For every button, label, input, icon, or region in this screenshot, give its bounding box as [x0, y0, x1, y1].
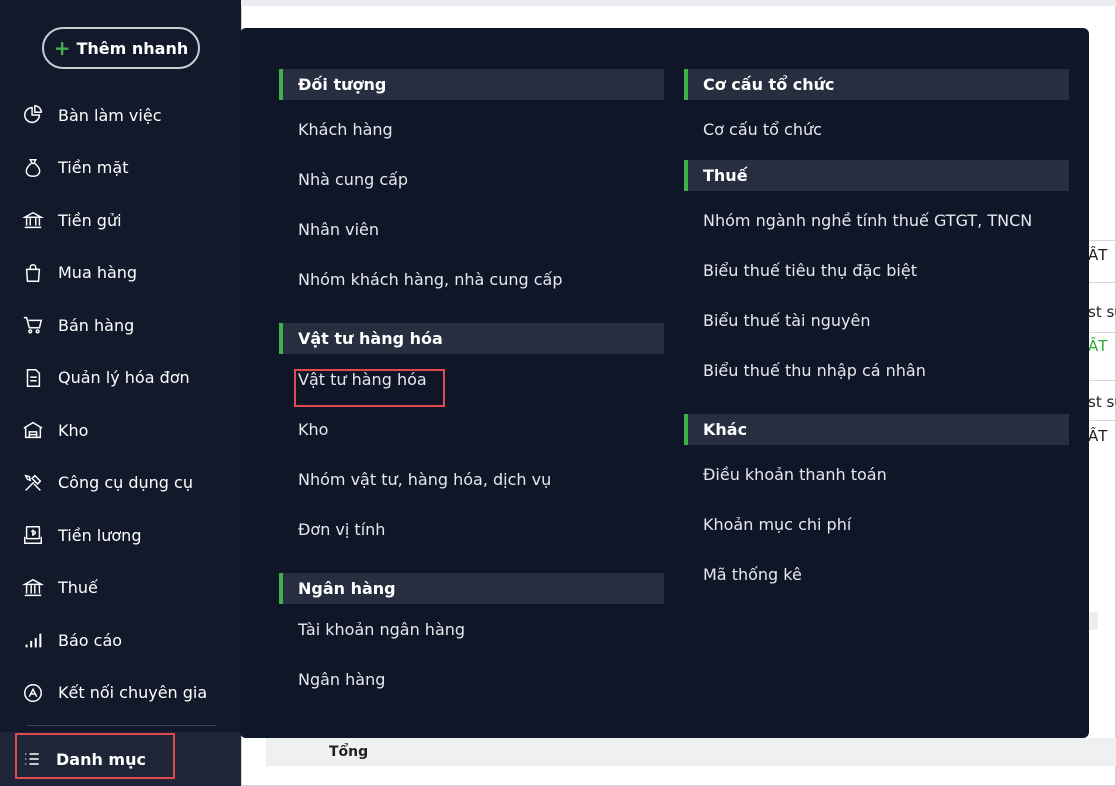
sidebar-item-label: Tiền mặt: [58, 158, 129, 178]
section-header-banks: Ngân hàng: [279, 573, 664, 604]
cart-icon: [23, 317, 43, 334]
sidebar-item-label: Tiền gửi: [58, 210, 122, 230]
sidebar-item-tax[interactable]: Thuế: [0, 562, 241, 615]
sidebar-item-label: Bán hàng: [58, 315, 135, 335]
menu-item-warehouse[interactable]: Kho: [279, 404, 664, 454]
highlight-box: [15, 733, 175, 779]
warehouse-icon: [23, 422, 43, 439]
highlight-box: [294, 369, 445, 407]
table-divider: [1088, 420, 1116, 421]
sidebar-item-label: Tiền lương: [58, 525, 142, 545]
report-icon: [25, 633, 42, 648]
sidebar-item-label: Công cụ dụng cụ: [58, 473, 193, 493]
sidebar-divider: [27, 725, 216, 726]
sidebar-item-label: Mua hàng: [58, 263, 138, 283]
sidebar-item-purchase[interactable]: Mua hàng: [0, 247, 241, 300]
table-divider: [1088, 240, 1116, 241]
sidebar-item-label: Kho: [58, 420, 89, 440]
menu-item-payment-terms[interactable]: Điều khoản thanh toán: [684, 449, 1069, 499]
table-cell: ẤT: [1088, 427, 1108, 445]
sidebar-item-invoice[interactable]: Quản lý hóa đơn: [0, 352, 241, 405]
table-cell: ẤT: [1088, 337, 1108, 355]
section-header-organization: Cơ cấu tổ chức: [684, 69, 1069, 100]
table-cell: ẤT: [1088, 246, 1108, 264]
menu-item-material-groups[interactable]: Nhóm vật tư, hàng hóa, dịch vụ: [279, 454, 664, 504]
menu-item-employees[interactable]: Nhân viên: [279, 204, 664, 254]
table-cell: st sử: [1088, 393, 1116, 411]
menu-item-expense-items[interactable]: Khoản mục chi phí: [684, 499, 1069, 549]
expert-icon: [24, 683, 42, 702]
sidebar-item-label: Bàn làm việc: [58, 105, 162, 125]
top-bar: [241, 0, 1116, 6]
menu-item-banks[interactable]: Ngân hàng: [279, 654, 664, 704]
menu-column-right: Cơ cấu tổ chức Cơ cấu tổ chức Thuế Nhóm …: [684, 69, 1069, 599]
sidebar-item-label: Kết nối chuyên gia: [58, 683, 208, 703]
section-header-objects: Đối tượng: [279, 69, 664, 100]
tools-icon: [24, 474, 42, 491]
sidebar-item-label: Thuế: [58, 578, 98, 598]
sidebar-item-cash[interactable]: Tiền mặt: [0, 142, 241, 195]
total-row: [266, 738, 1116, 766]
shopping-bag-icon: [25, 263, 41, 282]
tax-icon: [22, 578, 44, 596]
sidebar-item-salary[interactable]: Tiền lương: [0, 509, 241, 562]
menu-item-resource-tax[interactable]: Biểu thuế tài nguyên: [684, 295, 1069, 345]
table-divider: [1088, 332, 1116, 333]
sidebar-item-tools[interactable]: Công cụ dụng cụ: [0, 457, 241, 510]
dashboard-icon: [24, 105, 42, 124]
table-divider: [1088, 282, 1116, 283]
money-bag-icon: [25, 158, 41, 177]
total-label: Tổng: [329, 744, 369, 760]
menu-item-suppliers[interactable]: Nhà cung cấp: [279, 154, 664, 204]
bank-icon: [22, 212, 44, 229]
invoice-icon: [26, 368, 41, 387]
sidebar-item-dashboard[interactable]: Bàn làm việc: [0, 89, 241, 142]
sidebar-item-warehouse[interactable]: Kho: [0, 404, 241, 457]
sidebar-item-report[interactable]: Báo cáo: [0, 614, 241, 667]
sidebar-item-label: Quản lý hóa đơn: [58, 368, 190, 388]
salary-icon: [24, 526, 42, 545]
menu-item-personal-income-tax[interactable]: Biểu thuế thu nhập cá nhân: [684, 345, 1069, 395]
menu-item-special-consumption-tax[interactable]: Biểu thuế tiêu thụ đặc biệt: [684, 245, 1069, 295]
menu-item-organization[interactable]: Cơ cấu tổ chức: [684, 104, 1069, 154]
plus-icon: +: [53, 36, 71, 60]
menu-item-customers[interactable]: Khách hàng: [279, 104, 664, 154]
menu-item-customer-supplier-groups[interactable]: Nhóm khách hàng, nhà cung cấp: [279, 254, 664, 304]
section-header-tax: Thuế: [684, 160, 1069, 191]
table-cell: st sử: [1088, 303, 1116, 321]
menu-item-statistic-codes[interactable]: Mã thống kê: [684, 549, 1069, 599]
sidebar-item-sales[interactable]: Bán hàng: [0, 299, 241, 352]
section-header-materials: Vật tư hàng hóa: [279, 323, 664, 354]
sidebar-item-deposit[interactable]: Tiền gửi: [0, 194, 241, 247]
quick-add-button[interactable]: + Thêm nhanh: [42, 27, 200, 69]
menu-item-bank-accounts[interactable]: Tài khoản ngân hàng: [279, 604, 664, 654]
table-divider: [1088, 380, 1116, 381]
menu-item-units[interactable]: Đơn vị tính: [279, 504, 664, 554]
sidebar-nav: Bàn làm việc Tiền mặt Tiền gửi Mua hàng …: [0, 89, 241, 719]
sidebar: + Thêm nhanh Bàn làm việc Tiền mặt Tiền …: [0, 0, 241, 786]
menu-item-tax-industry-groups[interactable]: Nhóm ngành nghề tính thuế GTGT, TNCN: [684, 195, 1069, 245]
section-header-other: Khác: [684, 414, 1069, 445]
sidebar-item-expert[interactable]: Kết nối chuyên gia: [0, 667, 241, 720]
quick-add-label: Thêm nhanh: [76, 38, 189, 58]
sidebar-item-label: Báo cáo: [58, 630, 123, 650]
